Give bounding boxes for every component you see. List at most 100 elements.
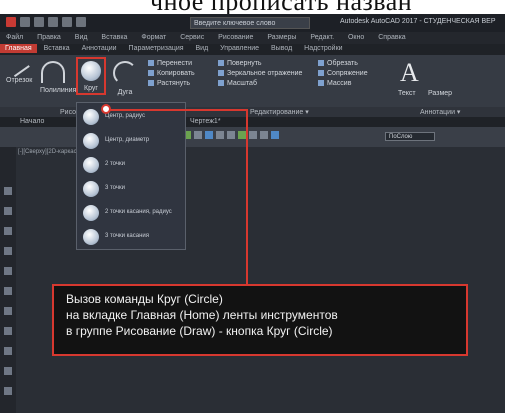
- open-icon[interactable]: [34, 17, 44, 27]
- tab-start[interactable]: Начало: [20, 118, 44, 125]
- menu-item[interactable]: Правка: [37, 34, 61, 41]
- scale-button[interactable]: Масштаб: [218, 79, 302, 89]
- callout-line-3: в группе Рисование (Draw) - кнопка Круг …: [66, 324, 333, 338]
- search-input[interactable]: Введите ключевое слово: [190, 17, 310, 29]
- circle-icon: [83, 205, 99, 221]
- circle-dropdown-menu: Центр, радиус Центр, диаметр 2 точки 3 т…: [76, 102, 186, 250]
- move-button[interactable]: Перенести: [148, 59, 195, 69]
- menu-item-label: Центр, диаметр: [105, 137, 150, 143]
- menu-item[interactable]: Размеры: [267, 34, 296, 41]
- polyline-button[interactable]: Полилиния: [40, 61, 76, 94]
- app-title: Autodesk AutoCAD 2017 - СТУДЕНЧЕСКАЯ ВЕР: [340, 18, 496, 25]
- dimension-label[interactable]: Размер: [428, 89, 452, 99]
- callout-line-2: на вкладке Главная (Home) ленты инструме…: [66, 308, 338, 322]
- tool-icon[interactable]: [227, 131, 235, 139]
- tool-icon[interactable]: [4, 267, 12, 275]
- arc-label: Дуга: [117, 89, 133, 96]
- line-button[interactable]: Отрезок: [6, 56, 32, 84]
- circle-icon: [83, 109, 99, 125]
- tab-addins[interactable]: Надстройки: [299, 44, 347, 53]
- modify-column-3: Обрезать Сопряжение Массив: [318, 59, 368, 89]
- tool-icon[interactable]: [249, 131, 257, 139]
- tool-icon[interactable]: [4, 387, 12, 395]
- circle-center-diameter-item[interactable]: Центр, диаметр: [77, 129, 185, 153]
- tool-icon[interactable]: [4, 207, 12, 215]
- menu-item[interactable]: Справка: [378, 34, 405, 41]
- menu-item-label: 3 точки касания: [105, 233, 150, 239]
- pointer-line-horizontal: [106, 109, 248, 111]
- copy-button[interactable]: Копировать: [148, 69, 195, 79]
- circle-icon: [83, 133, 99, 149]
- annotate-panel-title[interactable]: Аннотации ▾: [420, 108, 460, 116]
- new-icon[interactable]: [20, 17, 30, 27]
- tool-icon[interactable]: [4, 347, 12, 355]
- viewport-label[interactable]: [-][Сверху][2D-каркас]: [18, 149, 78, 155]
- rotate-button[interactable]: Повернуть: [218, 59, 302, 69]
- tool-icon[interactable]: [4, 247, 12, 255]
- array-button[interactable]: Массив: [318, 79, 368, 89]
- arc-button[interactable]: Дуга: [112, 61, 138, 96]
- tab-manage[interactable]: Управление: [215, 44, 264, 53]
- mirror-button[interactable]: Зеркальное отражение: [218, 69, 302, 79]
- tool-icon[interactable]: [4, 307, 12, 315]
- tab-insert[interactable]: Вставка: [39, 44, 75, 53]
- pointer-dot: [101, 104, 111, 114]
- tool-icon[interactable]: [194, 131, 202, 139]
- tool-icon[interactable]: [4, 287, 12, 295]
- tab-view[interactable]: Вид: [191, 44, 214, 53]
- left-toolbar: [0, 147, 16, 413]
- undo-icon[interactable]: [62, 17, 72, 27]
- tab-home[interactable]: Главная: [0, 44, 37, 53]
- app-menu-icon[interactable]: [6, 17, 16, 27]
- quick-access-toolbar: [6, 17, 86, 27]
- circle-3-points-item[interactable]: 3 точки: [77, 177, 185, 201]
- tool-icon[interactable]: [205, 131, 213, 139]
- tab-output[interactable]: Вывод: [266, 44, 297, 53]
- trim-button[interactable]: Обрезать: [318, 59, 368, 69]
- tool-icon[interactable]: [4, 227, 12, 235]
- stretch-button[interactable]: Растянуть: [148, 79, 195, 89]
- menu-item[interactable]: Вставка: [101, 34, 127, 41]
- menu-item-label: Центр, радиус: [105, 113, 145, 119]
- menu-item[interactable]: Вид: [75, 34, 88, 41]
- menu-item[interactable]: Формат: [141, 34, 166, 41]
- tool-icon[interactable]: [216, 131, 224, 139]
- tab-parametric[interactable]: Параметризация: [124, 44, 189, 53]
- polyline-label: Полилиния: [40, 87, 77, 94]
- circle-2-points-item[interactable]: 2 точки: [77, 153, 185, 177]
- callout-line-1: Вызов команды Круг (Circle): [66, 292, 223, 306]
- line-icon: [8, 56, 30, 78]
- menu-item[interactable]: Редакт.: [310, 34, 334, 41]
- menu-item[interactable]: Сервис: [180, 34, 204, 41]
- tab-drawing1[interactable]: Чертеж1*: [190, 118, 221, 125]
- circle-icon: [83, 229, 99, 245]
- tool-icon[interactable]: [4, 367, 12, 375]
- menu-item[interactable]: Файл: [6, 34, 23, 41]
- save-icon[interactable]: [48, 17, 58, 27]
- pointer-line-vertical: [246, 109, 248, 285]
- menu-item[interactable]: Рисование: [218, 34, 253, 41]
- title-bar: Введите ключевое слово Autodesk AutoCAD …: [0, 14, 505, 32]
- tool-icon[interactable]: [238, 131, 246, 139]
- tool-icon[interactable]: [260, 131, 268, 139]
- menu-item-label: 2 точки: [105, 161, 125, 167]
- modify-column-1: Перенести Копировать Растянуть: [148, 59, 195, 89]
- layer-select[interactable]: ПоСлою: [385, 132, 435, 141]
- tab-annotate[interactable]: Аннотации: [77, 44, 122, 53]
- instruction-callout: Вызов команды Круг (Circle) на вкладке Г…: [52, 284, 468, 356]
- menu-item[interactable]: Окно: [348, 34, 364, 41]
- fillet-button[interactable]: Сопряжение: [318, 69, 368, 79]
- circle-tan-tan-radius-item[interactable]: 2 точки касания, радиус: [77, 201, 185, 225]
- tool-icon[interactable]: [271, 131, 279, 139]
- polyline-icon: [41, 61, 65, 83]
- circle-tan-tan-tan-item[interactable]: 3 точки касания: [77, 225, 185, 249]
- circle-icon: [83, 157, 99, 173]
- tool-icon[interactable]: [4, 327, 12, 335]
- modify-column-2: Повернуть Зеркальное отражение Масштаб: [218, 59, 302, 89]
- menu-item-label: 3 точки: [105, 185, 125, 191]
- ribbon-tab-bar: Главная Вставка Аннотации Параметризация…: [0, 44, 505, 55]
- redo-icon[interactable]: [76, 17, 86, 27]
- tool-icon[interactable]: [4, 187, 12, 195]
- text-icon[interactable]: A: [400, 58, 419, 88]
- modify-panel-title[interactable]: Редактирование ▾: [250, 108, 309, 116]
